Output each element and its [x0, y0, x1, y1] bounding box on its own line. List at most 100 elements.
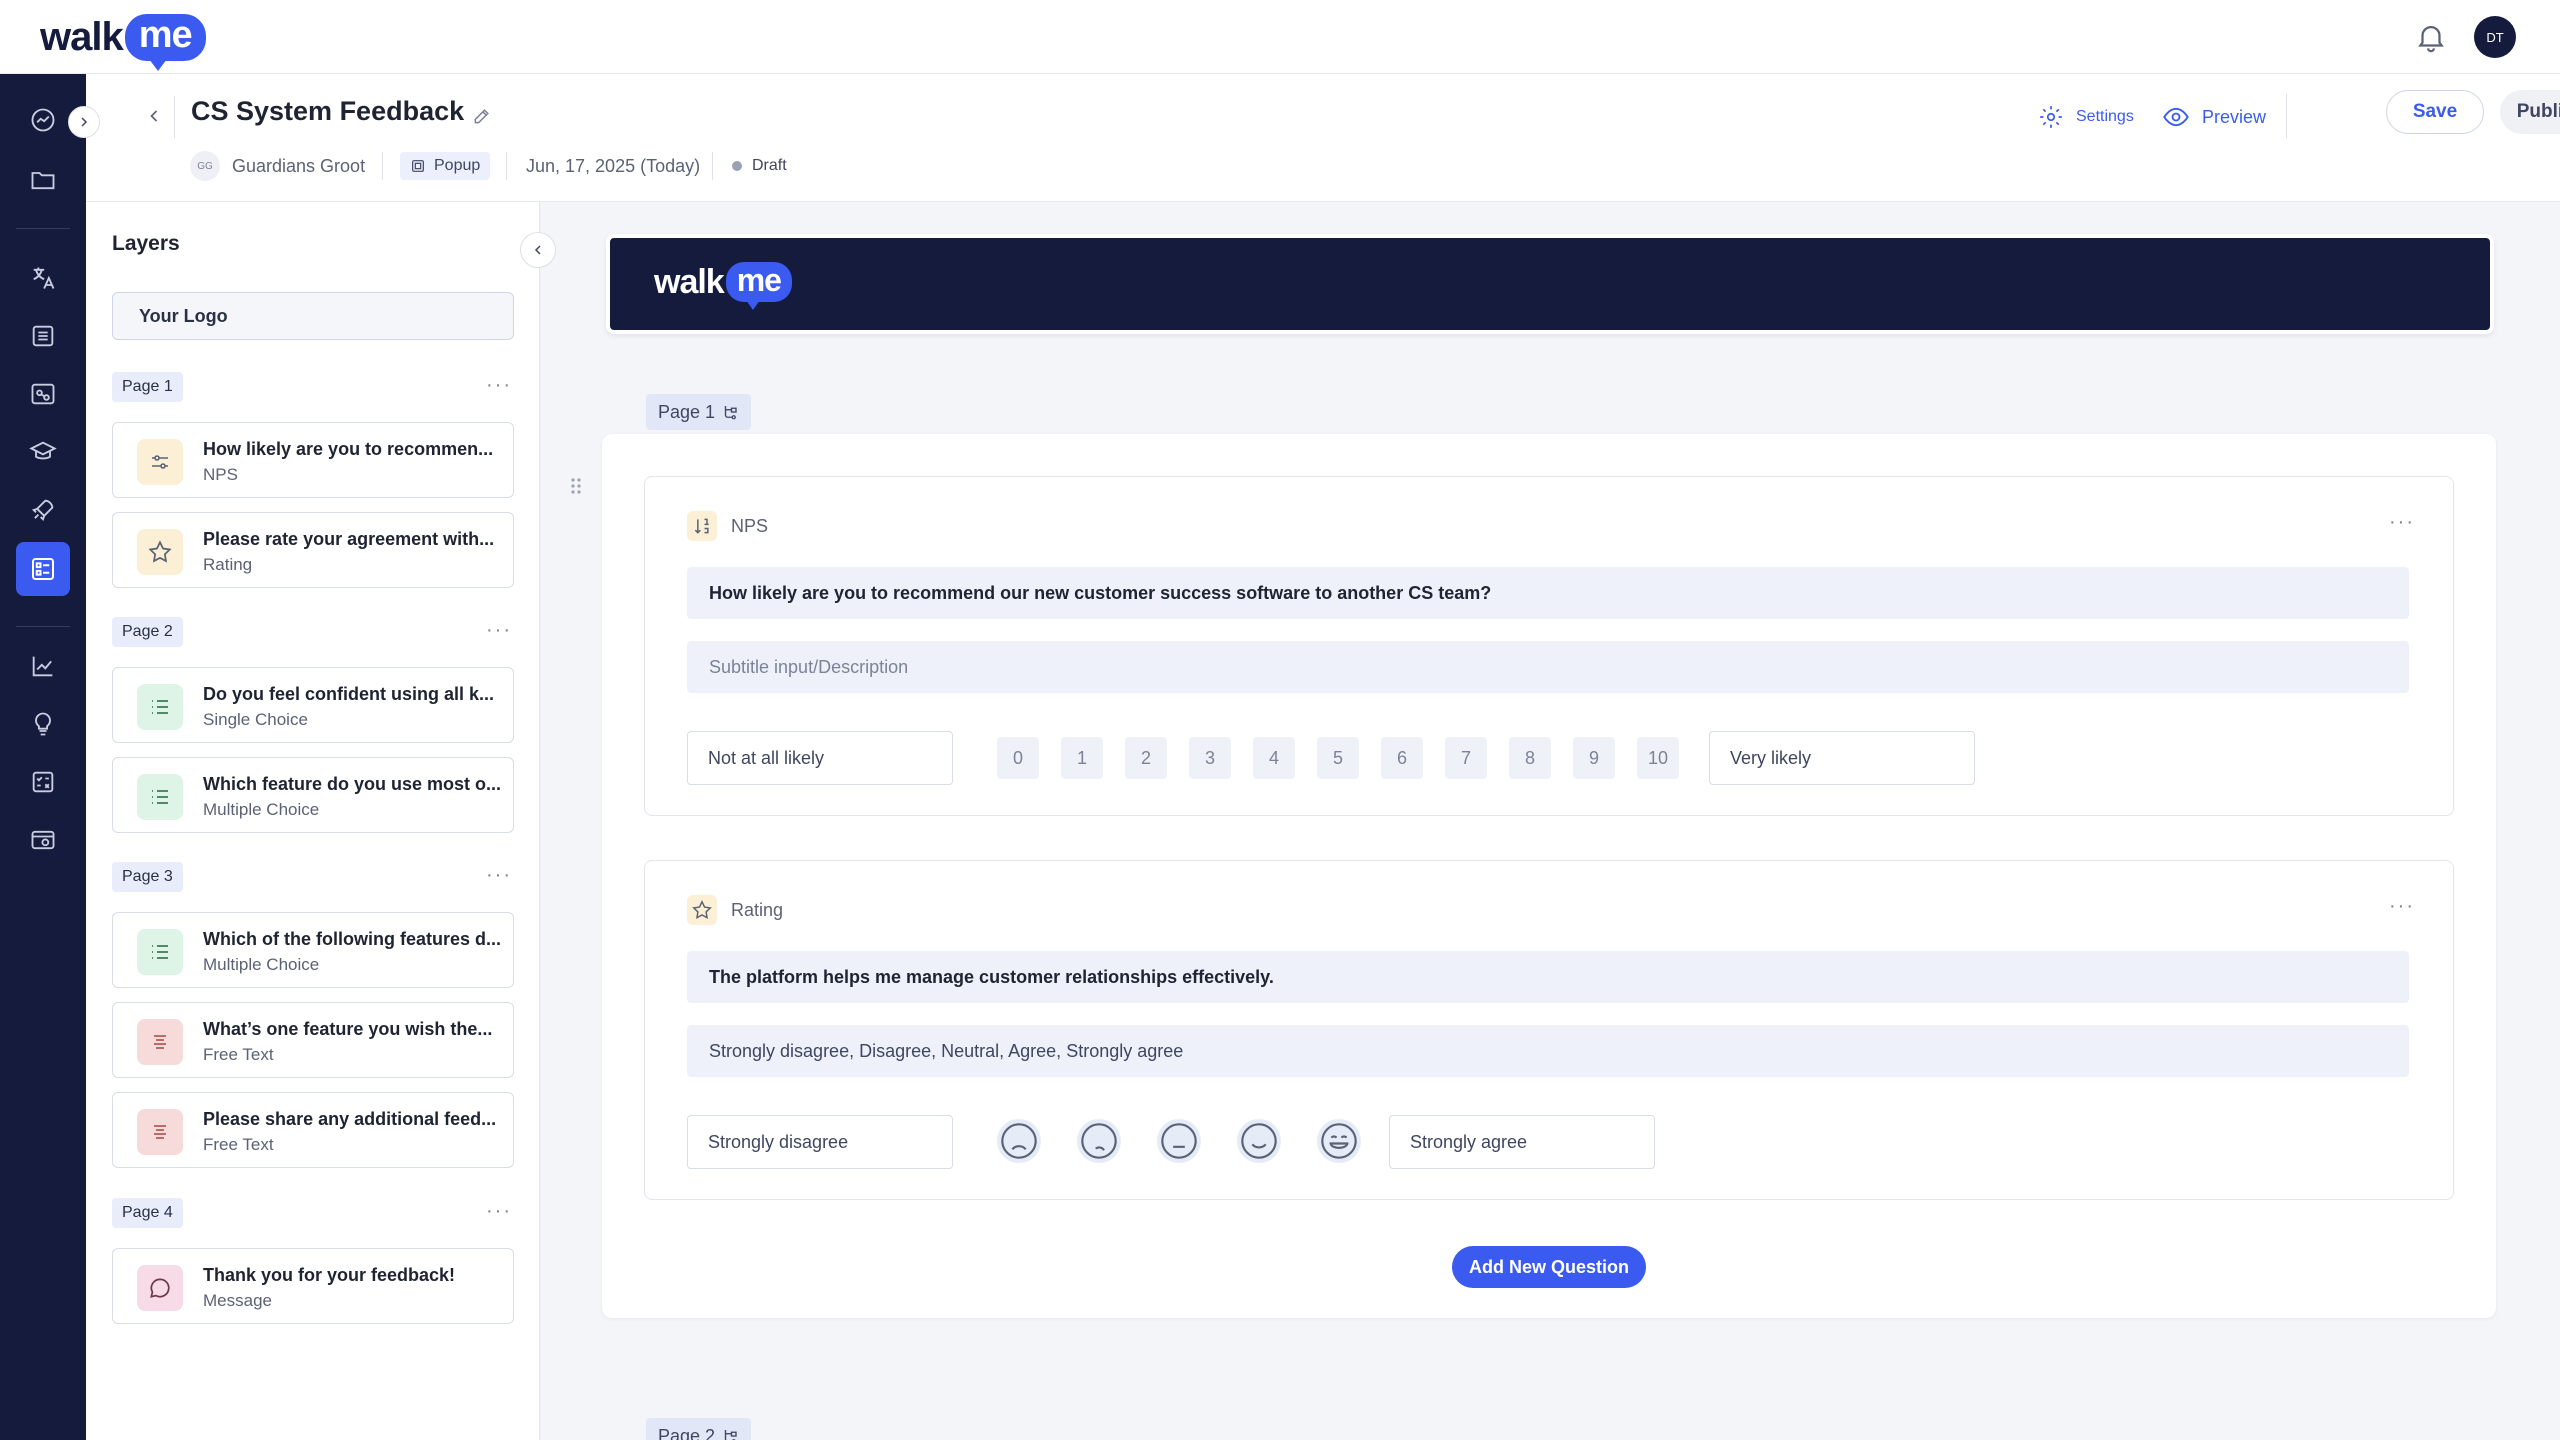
walkme-logo[interactable]: walk me	[40, 14, 206, 71]
banner-logo-walk: walk	[654, 262, 725, 301]
question-more-icon[interactable]: ···	[2389, 895, 2415, 918]
rail-divider	[16, 626, 70, 627]
surveys-icon[interactable]	[16, 542, 70, 596]
layers-panel: Layers Your Logo Page 1 ··· How likely a…	[86, 202, 556, 1440]
smile-face-icon[interactable]	[1237, 1119, 1281, 1163]
layer-item[interactable]: Which of the following features d... Mul…	[112, 912, 514, 988]
layer-item-type: Rating	[203, 555, 253, 574]
neutral-face-icon[interactable]	[1157, 1119, 1201, 1163]
question-text-input[interactable]: How likely are you to recommend our new …	[687, 567, 2409, 619]
logo-banner[interactable]: walk me	[606, 234, 2494, 334]
layer-item[interactable]: Which feature do you use most o... Multi…	[112, 757, 514, 833]
layer-item[interactable]: Do you feel confident using all k... Sin…	[112, 667, 514, 743]
layer-page-tag[interactable]: Page 4	[112, 1198, 183, 1228]
folder-icon[interactable]	[21, 158, 65, 202]
canvas-page-label: Page 1	[658, 401, 716, 422]
bell-icon[interactable]	[2414, 20, 2448, 54]
question-type-header: NPS	[687, 511, 768, 541]
canvas-page-tag[interactable]: Page 2	[646, 1418, 752, 1440]
checklist-icon[interactable]	[21, 760, 65, 804]
preview-button[interactable]: Preview	[2162, 96, 2266, 138]
low-label-input[interactable]: Not at all likely	[687, 731, 953, 785]
graduation-cap-icon[interactable]	[21, 430, 65, 474]
meta-divider	[506, 152, 507, 180]
settings-window-icon[interactable]	[21, 818, 65, 862]
rocket-icon[interactable]	[21, 488, 65, 532]
user-avatar[interactable]: DT	[2474, 16, 2516, 58]
high-label-input[interactable]: Strongly agree	[1389, 1115, 1655, 1169]
layer-item[interactable]: Please share any additional feed... Free…	[112, 1092, 514, 1168]
rail-divider	[16, 228, 70, 229]
analytics-icon[interactable]	[21, 644, 65, 688]
top-bar: walk me DT	[0, 0, 2560, 74]
page-more-icon[interactable]: ···	[486, 864, 512, 887]
layer-page-tag[interactable]: Page 3	[112, 862, 183, 892]
back-button[interactable]	[136, 98, 172, 134]
chevron-right-icon	[81, 117, 88, 127]
frown-face-icon[interactable]	[997, 1119, 1041, 1163]
high-label-input[interactable]: Very likely	[1709, 731, 1975, 785]
add-new-question-button[interactable]: Add New Question	[1452, 1246, 1646, 1288]
question-more-icon[interactable]: ···	[2389, 511, 2415, 534]
edit-title-icon[interactable]	[466, 100, 498, 132]
layer-item[interactable]: Thank you for your feedback! Message	[112, 1248, 514, 1324]
meta-divider	[382, 152, 383, 180]
settings-button[interactable]: Settings	[2038, 96, 2134, 138]
nps-score-7[interactable]: 7	[1445, 737, 1487, 779]
nps-question-card[interactable]: NPS ··· How likely are you to recommend …	[644, 476, 2454, 816]
nps-score-9[interactable]: 9	[1573, 737, 1615, 779]
rating-question-card[interactable]: Rating ··· The platform helps me manage …	[644, 860, 2454, 1200]
slight-frown-face-icon[interactable]	[1077, 1119, 1121, 1163]
survey-canvas: walk me Page 1 NPS ··· How likely are yo…	[540, 202, 2560, 1440]
chevron-left-icon	[150, 110, 158, 122]
nps-score-5[interactable]: 5	[1317, 737, 1359, 779]
star-icon	[687, 895, 717, 925]
layer-page-tag[interactable]: Page 2	[112, 617, 183, 647]
text-lines-icon	[137, 1019, 183, 1065]
nps-score-2[interactable]: 2	[1125, 737, 1167, 779]
branch-icon	[724, 406, 737, 420]
layer-your-logo[interactable]: Your Logo	[112, 292, 514, 340]
grin-face-icon[interactable]	[1317, 1119, 1361, 1163]
nps-score-8[interactable]: 8	[1509, 737, 1551, 779]
flow-icon[interactable]	[21, 372, 65, 416]
page-more-icon[interactable]: ···	[486, 619, 512, 642]
canvas-page-tag[interactable]: Page 1	[646, 394, 752, 430]
nps-score-10[interactable]: 10	[1637, 737, 1679, 779]
layer-page-tag[interactable]: Page 1	[112, 372, 183, 402]
layers-title: Layers	[112, 232, 180, 255]
drag-handle-icon[interactable]	[568, 476, 584, 500]
translate-icon[interactable]	[21, 256, 65, 300]
layer-item-title: Which feature do you use most o...	[203, 774, 502, 794]
rating-options-input[interactable]: Strongly disagree, Disagree, Neutral, Ag…	[687, 1025, 2409, 1077]
low-label-input[interactable]: Strongly disagree	[687, 1115, 953, 1169]
subtitle-input[interactable]: Subtitle input/Description	[687, 641, 2409, 693]
list-icon[interactable]	[21, 314, 65, 358]
date: Jun, 17, 2025 (Today)	[526, 155, 701, 176]
nps-score-3[interactable]: 3	[1189, 737, 1231, 779]
status-dot	[732, 161, 742, 171]
layer-item[interactable]: How likely are you to recommen... NPS	[112, 422, 514, 498]
sliders-icon	[137, 439, 183, 485]
nps-score-4[interactable]: 4	[1253, 737, 1295, 779]
publish-button[interactable]: Publish	[2500, 90, 2560, 134]
list-icon	[137, 774, 183, 820]
eye-icon	[2163, 107, 2189, 127]
header-divider	[174, 96, 175, 138]
dashboard-icon[interactable]	[21, 98, 65, 142]
nps-score-1[interactable]: 1	[1061, 737, 1103, 779]
layer-item-title: Thank you for your feedback!	[203, 1265, 456, 1285]
expand-nav-button[interactable]	[68, 106, 100, 138]
collapse-layers-button[interactable]	[520, 232, 556, 268]
lightbulb-icon[interactable]	[21, 702, 65, 746]
layer-item-title: How likely are you to recommen...	[203, 439, 494, 459]
layer-item[interactable]: Please rate your agreement with... Ratin…	[112, 512, 514, 588]
save-button[interactable]: Save	[2386, 90, 2484, 134]
nps-score-0[interactable]: 0	[997, 737, 1039, 779]
page-more-icon[interactable]: ···	[486, 1200, 512, 1223]
layer-item[interactable]: What’s one feature you wish the... Free …	[112, 1002, 514, 1078]
branch-icon	[724, 1430, 737, 1440]
page-more-icon[interactable]: ···	[486, 374, 512, 397]
nps-score-6[interactable]: 6	[1381, 737, 1423, 779]
question-text-input[interactable]: The platform helps me manage customer re…	[687, 951, 2409, 1003]
